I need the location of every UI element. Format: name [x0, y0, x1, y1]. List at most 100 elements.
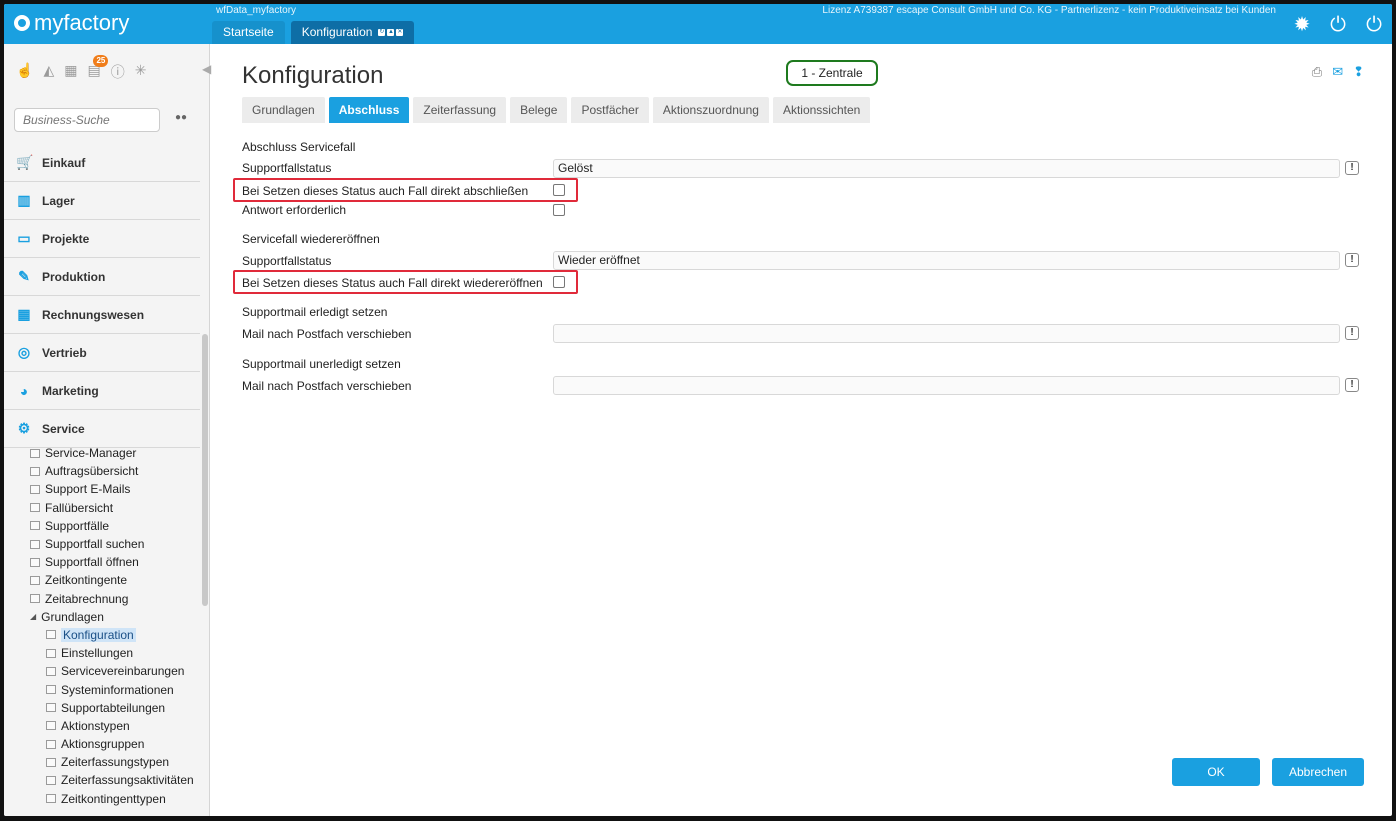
list-item[interactable]: Supportabteilungen: [4, 699, 200, 717]
list-item[interactable]: Zeitkontingenttypen: [4, 790, 200, 808]
info-button[interactable]: !: [1345, 161, 1359, 175]
list-item[interactable]: Zeitabrechnung: [4, 590, 200, 608]
tab-zeiterfassung[interactable]: Zeiterfassung: [413, 97, 507, 123]
list-item[interactable]: Zeiterfassungsaktivitäten: [4, 771, 200, 789]
sidebar-item-lager[interactable]: ▥ Lager: [4, 182, 200, 220]
list-item[interactable]: Systeminformationen: [4, 680, 200, 698]
company-badge[interactable]: 1 - Zentrale: [786, 60, 878, 86]
list-item[interactable]: Supportfall suchen: [4, 535, 200, 553]
list-item[interactable]: Aktionstypen: [4, 717, 200, 735]
logo-mark-icon: [14, 15, 30, 31]
ok-button[interactable]: OK: [1172, 758, 1260, 786]
cancel-button[interactable]: Abbrechen: [1272, 758, 1364, 786]
folder-label: Grundlagen: [41, 609, 104, 624]
sidebar-item-service[interactable]: ⚙ Service: [4, 410, 200, 448]
sidebar-scrollbar[interactable]: [201, 148, 209, 810]
list-item-label: Fallübersicht: [45, 500, 114, 515]
close-case-checkbox[interactable]: [553, 184, 565, 196]
page-icon: [46, 739, 56, 749]
logout-power-icon[interactable]: ⏻: [1364, 14, 1384, 36]
list-item[interactable]: Zeitkontingente: [4, 571, 200, 589]
tab-postfaecher[interactable]: Postfächer: [571, 97, 649, 123]
tab-belege[interactable]: Belege: [510, 97, 568, 123]
pin-icon[interactable]: ▲: [387, 29, 395, 36]
tab-grundlagen[interactable]: Grundlagen: [242, 97, 325, 123]
answer-required-label: Antwort erforderlich: [242, 203, 347, 217]
page-icon: [46, 666, 56, 676]
section-header-abschluss: Abschluss Servicefall: [242, 140, 356, 154]
sidebar-item-produktion[interactable]: ✎ Produktion: [4, 258, 200, 296]
reopen-case-checkbox[interactable]: [553, 276, 565, 288]
expand-triangle-icon[interactable]: ◢: [30, 612, 36, 621]
thumb-icon[interactable]: ☝: [16, 62, 33, 82]
info-button[interactable]: !: [1345, 326, 1359, 340]
supportfallstatus-field[interactable]: Gelöst: [553, 159, 1340, 178]
sidebar-menu: 🛒 Einkauf ▥ Lager ▭ Projekte ✎ Produktion ▦ R…: [4, 144, 200, 448]
list-item[interactable]: Fallübersicht: [4, 499, 200, 517]
folder-grundlagen[interactable]: ◢ Grundlagen: [4, 608, 200, 626]
list-item[interactable]: Einstellungen: [4, 644, 200, 662]
sidebar-item-label: Vertrieb: [42, 345, 87, 360]
mail-icon[interactable]: ✉: [1332, 64, 1343, 80]
asterisk-icon[interactable]: ✳: [135, 62, 147, 82]
list-item-label: Aktionsgruppen: [61, 737, 145, 752]
calendar-icon[interactable]: ▦: [64, 62, 77, 82]
production-icon: ✎: [18, 268, 30, 284]
list-item[interactable]: Support E-Mails: [4, 480, 200, 498]
list-item-label: Supportabteilungen: [61, 700, 166, 715]
sidebar-item-label: Projekte: [42, 231, 90, 246]
tasks-icon[interactable]: ▤ 25: [87, 55, 109, 82]
business-search-input[interactable]: [14, 108, 160, 132]
list-item[interactable]: Aktionsgruppen: [4, 735, 200, 753]
power-icon[interactable]: ⏻: [1328, 14, 1348, 36]
sidebar-item-vertrieb[interactable]: ◎ Vertrieb: [4, 334, 200, 372]
list-item[interactable]: Auftragsübersicht: [4, 462, 200, 480]
page-icon: [46, 648, 56, 658]
logo-text: myfactory: [34, 10, 130, 35]
tab-bar: Grundlagen Abschluss Zeiterfassung Beleg…: [242, 97, 871, 123]
list-item[interactable]: Zeiterfassungstypen: [4, 753, 200, 771]
move-mail-field[interactable]: [553, 324, 1340, 343]
settings-gear-icon[interactable]: ✹: [1292, 14, 1312, 36]
sidebar-item-marketing[interactable]: ◕ Marketing: [4, 372, 200, 410]
info-icon[interactable]: ⓘ: [111, 62, 125, 82]
sidebar-item-projekte[interactable]: ▭ Projekte: [4, 220, 200, 258]
list-item[interactable]: Service-Manager: [4, 444, 200, 462]
list-item-label: Einstellungen: [61, 646, 134, 661]
supportfallstatus-field[interactable]: Wieder eröffnet: [553, 251, 1340, 270]
page-icon: [46, 794, 56, 804]
list-item[interactable]: Servicevereinbarungen: [4, 662, 200, 680]
tab-abschluss[interactable]: Abschluss: [328, 97, 410, 123]
sidebar-item-rechnungswesen[interactable]: ▦ Rechnungswesen: [4, 296, 200, 334]
license-text: Lizenz A739387 escape Consult GmbH und C…: [822, 5, 1276, 16]
list-item[interactable]: Supportfälle: [4, 517, 200, 535]
print-icon[interactable]: ⎙: [1312, 64, 1322, 80]
eraser-icon[interactable]: ◭: [43, 62, 54, 82]
list-item-label: Service-Manager: [45, 446, 137, 461]
help-icon[interactable]: ❢: [1353, 64, 1364, 80]
tab-aktionssichten[interactable]: Aktionssichten: [772, 97, 871, 123]
close-icon[interactable]: ✕: [396, 29, 404, 36]
search-options-icon[interactable]: ●●: [175, 112, 187, 123]
grid-icon: ▦: [17, 306, 31, 322]
page-icon: [46, 757, 56, 767]
sidebar-item-einkauf[interactable]: 🛒 Einkauf: [4, 144, 200, 182]
tab-aktionszuordnung[interactable]: Aktionszuordnung: [652, 97, 769, 123]
logo[interactable]: myfactory: [14, 10, 129, 36]
page-icon: [30, 539, 40, 549]
top-tab-konfiguration[interactable]: Konfiguration ↻ ▲ ✕: [290, 21, 415, 44]
move-mail-field[interactable]: [553, 376, 1340, 395]
list-item[interactable]: Supportfall öffnen: [4, 553, 200, 571]
scrollbar-thumb[interactable]: [202, 334, 208, 606]
page-icon: [30, 448, 40, 458]
list-item-label: Support E-Mails: [45, 482, 131, 497]
list-item-label: Auftragsübersicht: [45, 464, 139, 479]
top-tab-startseite[interactable]: Startseite: [212, 21, 285, 44]
answer-required-checkbox[interactable]: [553, 204, 565, 216]
info-button[interactable]: !: [1345, 378, 1359, 392]
sidebar-toolbar: ☝ ◭ ▦ ▤ 25 ⓘ ✳: [16, 55, 147, 82]
info-button[interactable]: !: [1345, 253, 1359, 267]
list-item-konfiguration[interactable]: Konfiguration: [4, 626, 200, 644]
refresh-icon[interactable]: ↻: [378, 29, 386, 36]
move-mail-label: Mail nach Postfach verschieben: [242, 327, 412, 341]
